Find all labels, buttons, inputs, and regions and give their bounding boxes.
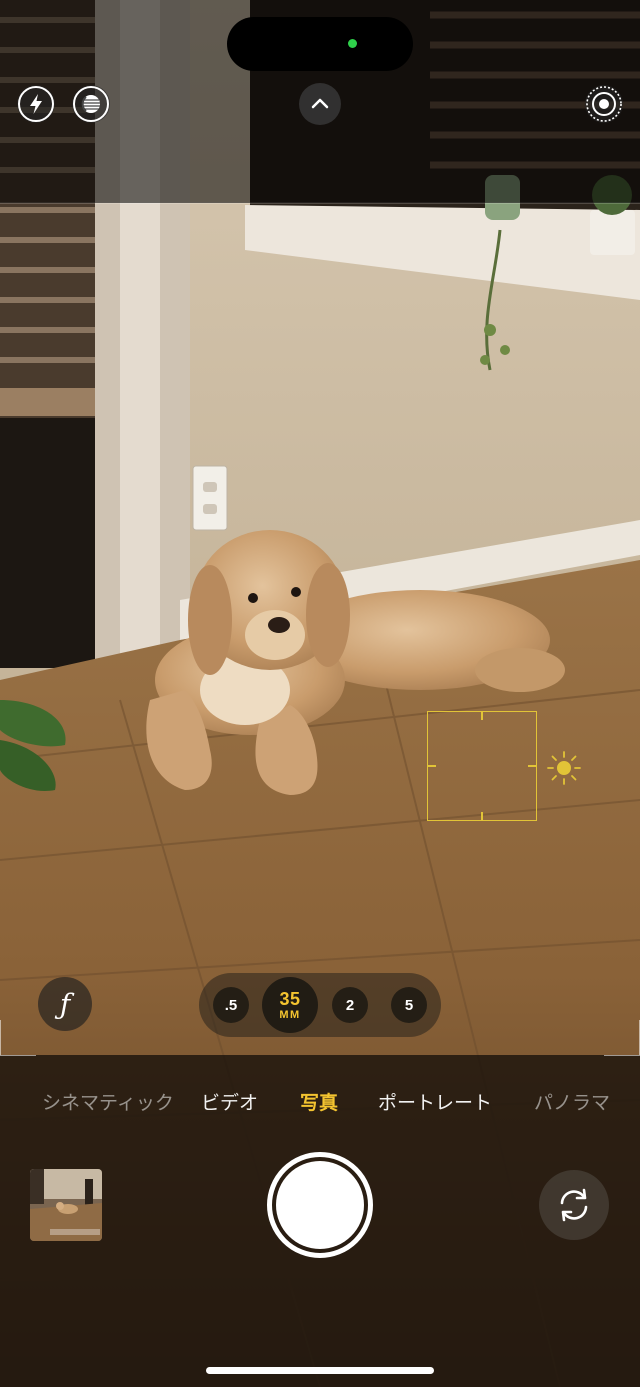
- zoom-5-button[interactable]: 5: [391, 987, 427, 1023]
- focus-tick-left: [428, 765, 436, 767]
- thumbnail-image: [30, 1169, 102, 1241]
- last-photo-thumbnail[interactable]: [30, 1169, 102, 1241]
- zoom-label: 2: [345, 996, 355, 1014]
- live-rings-icon: [586, 86, 622, 122]
- switch-camera-button[interactable]: [539, 1170, 609, 1240]
- live-photo-icon: [73, 86, 109, 122]
- home-indicator[interactable]: [206, 1367, 434, 1374]
- aperture-label: ƒ: [59, 987, 71, 1021]
- focus-square: [427, 711, 537, 821]
- night-mode-button[interactable]: [72, 85, 110, 123]
- camera-screen: ƒ .5 35 MM 2 5 シネマティック ビデオ 写真 ポートレート パノラ…: [0, 0, 640, 1387]
- mode-photo[interactable]: 写真: [300, 1088, 338, 1118]
- flash-icon: [18, 86, 54, 122]
- live-photo-button[interactable]: [585, 85, 623, 123]
- shutter-button[interactable]: [276, 1161, 364, 1249]
- zoom-active-unit: MM: [279, 1008, 301, 1021]
- zoom-2-button[interactable]: 2: [332, 987, 368, 1023]
- focus-tick-bottom: [481, 812, 483, 820]
- mode-panorama[interactable]: パノラマ: [534, 1088, 610, 1118]
- mode-cinematic[interactable]: シネマティック: [42, 1088, 174, 1118]
- zoom-active-value: 35: [279, 988, 301, 1009]
- exposure-sun-icon[interactable]: [545, 749, 583, 787]
- frame-corner-bottom-right: [604, 1055, 640, 1056]
- dynamic-island: [227, 17, 413, 71]
- zoom-35mm-button[interactable]: 35 MM: [262, 977, 318, 1033]
- zoom-label: .5: [224, 996, 238, 1014]
- camera-in-use-indicator: [348, 39, 357, 48]
- flash-button[interactable]: [17, 85, 55, 123]
- zoom-0.5-button[interactable]: .5: [213, 987, 249, 1023]
- focus-tick-top: [481, 712, 483, 720]
- mode-video[interactable]: ビデオ: [201, 1088, 258, 1118]
- mode-portrait[interactable]: ポートレート: [378, 1088, 492, 1118]
- focus-tick-right: [528, 765, 536, 767]
- frame-corner-bottom-left: [0, 1055, 36, 1056]
- expand-controls-button[interactable]: [299, 83, 341, 125]
- aperture-button[interactable]: ƒ: [38, 977, 92, 1031]
- frame-edge-left: [0, 1020, 1, 1055]
- zoom-label: 5: [404, 996, 414, 1014]
- camera-flip-icon: [560, 1188, 588, 1222]
- chevron-up-icon: [311, 98, 329, 109]
